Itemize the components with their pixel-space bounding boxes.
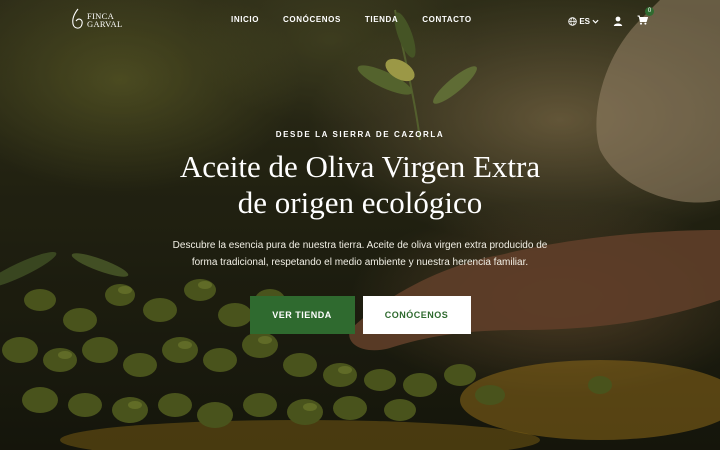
nav-link-conocenos[interactable]: CONÓCENOS [283,15,341,24]
main-nav: INICIO CONÓCENOS TIENDA CONTACTO [231,15,472,24]
brand-name: FINCA GARVAL [87,12,123,29]
nav-link-contacto[interactable]: CONTACTO [422,15,471,24]
chevron-down-icon [592,19,599,24]
globe-icon [568,16,578,26]
nav-link-tienda[interactable]: TIENDA [365,15,398,24]
cart-count-badge: 0 [645,7,654,16]
hero-cta-group: VER TIENDA CONÓCENOS [0,296,720,334]
conocenos-button[interactable]: CONÓCENOS [362,296,471,334]
hero-title-line1: Aceite de Oliva Virgen Extra [179,149,541,184]
brand-line2: GARVAL [87,19,123,29]
user-icon[interactable] [613,16,623,26]
cart-icon [637,15,648,25]
site-header: FINCA GARVAL INICIO CONÓCENOS TIENDA CON… [0,0,720,40]
language-selector[interactable]: ES [568,17,599,26]
brand-logo[interactable]: FINCA GARVAL [70,8,122,32]
hero-content: DESDE LA SIERRA DE CAZORLA Aceite de Oli… [0,130,720,334]
header-tools: ES 0 [568,7,654,30]
hero-eyebrow: DESDE LA SIERRA DE CAZORLA [275,130,445,139]
hero-description: Descubre la esencia pura de nuestra tier… [172,240,548,268]
olive-drop-logo-icon [72,8,83,29]
language-label: ES [579,16,590,26]
hero-title-line2: de origen ecológico [237,185,483,220]
ver-tienda-button[interactable]: VER TIENDA [249,296,355,334]
hero-title: Aceite de Oliva Virgen Extra de origen e… [0,149,720,221]
cart-button[interactable]: 0 [637,7,654,30]
nav-link-inicio[interactable]: INICIO [231,15,259,24]
